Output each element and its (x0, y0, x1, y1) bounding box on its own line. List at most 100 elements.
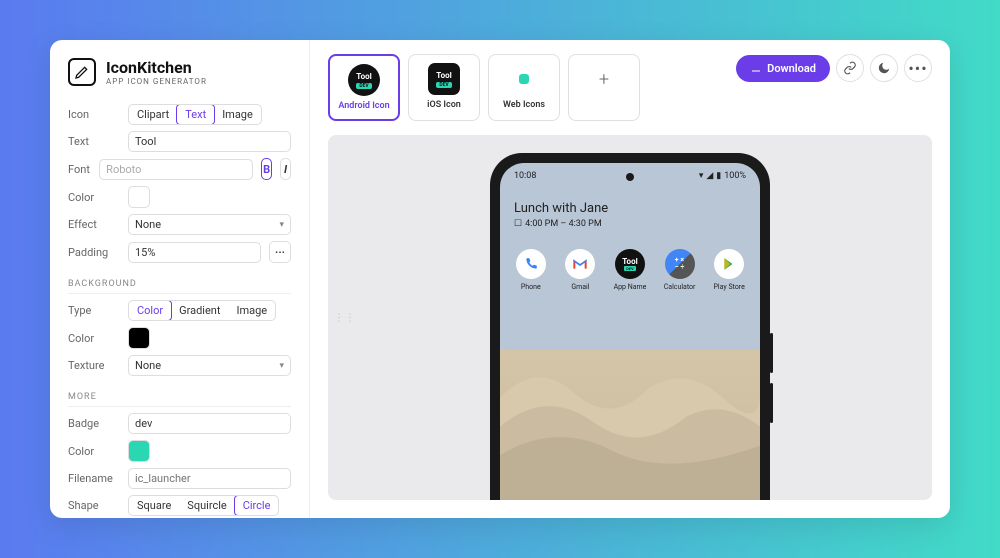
filename-input[interactable] (128, 468, 291, 489)
bgcolor-label: Color (68, 332, 120, 345)
badge-label: Badge (68, 417, 120, 430)
dots-icon: ••• (908, 59, 927, 78)
app-window: IconKitchen APP ICON GENERATOR Icon Clip… (50, 40, 950, 518)
phone-time: 10:08 (514, 171, 536, 181)
padding-label: Padding (68, 246, 120, 259)
calendar-icon: ☐ (514, 219, 522, 229)
bgcolor-swatch[interactable] (128, 327, 150, 349)
playstore-app-icon (714, 249, 744, 279)
gmail-app-icon (565, 249, 595, 279)
chevron-down-icon: ▾ (279, 361, 284, 371)
ios-icon-preview: Tool DEV (428, 63, 460, 95)
shape-label: Shape (68, 499, 120, 512)
app-calculator: + ×− ÷ Calculator (658, 249, 702, 291)
badgecolor-label: Color (68, 445, 120, 458)
padding-value: 15% (135, 246, 155, 259)
signal-icon: ◢ (706, 171, 713, 181)
tab-label: Web Icons (503, 100, 545, 110)
link-icon (843, 61, 857, 75)
logo-icon (68, 58, 96, 86)
camera-icon (626, 173, 634, 181)
shape-square[interactable]: Square (129, 496, 179, 515)
tab-add[interactable]: + (568, 54, 640, 121)
main: Tool DEV Android Icon Tool DEV iOS Icon … (310, 40, 950, 518)
tab-android[interactable]: Tool DEV Android Icon (328, 54, 400, 121)
event-time: 4:00 PM – 4:30 PM (525, 219, 602, 229)
logo: IconKitchen APP ICON GENERATOR (68, 58, 291, 86)
bgtype-gradient[interactable]: Gradient (171, 301, 228, 320)
badge-input[interactable] (128, 413, 291, 434)
bold-button[interactable]: B (261, 158, 272, 180)
moon-icon (877, 61, 891, 75)
badgecolor-swatch[interactable] (128, 440, 150, 462)
app-playstore: Play Store (707, 249, 751, 291)
link-button[interactable] (836, 54, 864, 82)
more-button[interactable]: ••• (904, 54, 932, 82)
icon-type-clipart[interactable]: Clipart (129, 105, 177, 124)
fgcolor-swatch[interactable] (128, 186, 150, 208)
phone-app-icon (516, 249, 546, 279)
brand-tagline: APP ICON GENERATOR (106, 77, 207, 86)
sidebar: IconKitchen APP ICON GENERATOR Icon Clip… (50, 40, 310, 518)
shape-segment: Square Squircle Circle (128, 495, 279, 516)
effect-select[interactable]: None ▾ (128, 214, 291, 235)
bgtype-label: Type (68, 304, 120, 317)
drag-handle-icon[interactable]: ⋮⋮ (334, 312, 356, 323)
padding-more-button[interactable]: ··· (269, 241, 291, 263)
more-section-header: MORE (68, 392, 291, 407)
download-button[interactable]: Download (736, 55, 830, 82)
italic-button[interactable]: I (280, 158, 291, 180)
app-row: Phone Gmail Tool DEV App Name (500, 243, 760, 297)
event-title: Lunch with Jane (514, 201, 746, 216)
wifi-icon: ▾ (699, 171, 704, 181)
effect-value: None (135, 218, 161, 231)
icon-type-image[interactable]: Image (214, 105, 261, 124)
preview-area: ⋮⋮ 10:08 ▾ ◢ ▮ 100% (328, 135, 932, 500)
icon-type-text[interactable]: Text (176, 104, 215, 125)
texture-select[interactable]: None ▾ (128, 355, 291, 376)
text-input[interactable] (128, 131, 291, 152)
brand-name: IconKitchen (106, 58, 207, 77)
padding-select[interactable]: 15% (128, 242, 261, 263)
shape-circle[interactable]: Circle (234, 495, 280, 516)
texture-value: None (135, 359, 161, 372)
effect-label: Effect (68, 218, 120, 231)
battery-icon: ▮ (716, 171, 721, 181)
actions: Download ••• (736, 54, 932, 82)
android-icon-preview: Tool DEV (348, 64, 380, 96)
chevron-down-icon: ▾ (279, 220, 284, 230)
web-icon-preview (508, 63, 540, 95)
wallpaper-terrain (500, 350, 760, 500)
phone-mockup: 10:08 ▾ ◢ ▮ 100% Lunch with Jane ☐ 4:00 … (490, 153, 770, 500)
texture-label: Texture (68, 359, 120, 372)
battery-pct: 100% (724, 171, 746, 181)
fgcolor-label: Color (68, 191, 120, 204)
theme-button[interactable] (870, 54, 898, 82)
calendar-widget: Lunch with Jane ☐ 4:00 PM – 4:30 PM (514, 201, 746, 229)
icon-type-segment: Clipart Text Image (128, 104, 262, 125)
download-icon (750, 62, 762, 74)
text-label: Text (68, 135, 120, 148)
tool-app-icon: Tool DEV (615, 249, 645, 279)
icon-label: Icon (68, 108, 120, 121)
plus-icon: + (588, 63, 620, 95)
bgtype-image[interactable]: Image (228, 301, 275, 320)
app-gmail: Gmail (558, 249, 602, 291)
calculator-app-icon: + ×− ÷ (665, 249, 695, 279)
tab-ios[interactable]: Tool DEV iOS Icon (408, 54, 480, 121)
bgtype-color[interactable]: Color (128, 300, 172, 321)
topbar: Tool DEV Android Icon Tool DEV iOS Icon … (310, 40, 950, 135)
tab-label: Android Icon (338, 101, 389, 111)
background-section-header: BACKGROUND (68, 279, 291, 294)
bgtype-segment: Color Gradient Image (128, 300, 276, 321)
phone-screen: 10:08 ▾ ◢ ▮ 100% Lunch with Jane ☐ 4:00 … (500, 163, 760, 500)
app-phone: Phone (509, 249, 553, 291)
shape-squircle[interactable]: Squircle (179, 496, 234, 515)
tabs: Tool DEV Android Icon Tool DEV iOS Icon … (328, 54, 640, 121)
font-label: Font (68, 163, 91, 176)
tab-label: iOS Icon (427, 100, 461, 110)
download-label: Download (767, 62, 816, 75)
filename-label: Filename (68, 472, 120, 485)
font-input[interactable] (99, 159, 253, 180)
tab-web[interactable]: Web Icons (488, 54, 560, 121)
